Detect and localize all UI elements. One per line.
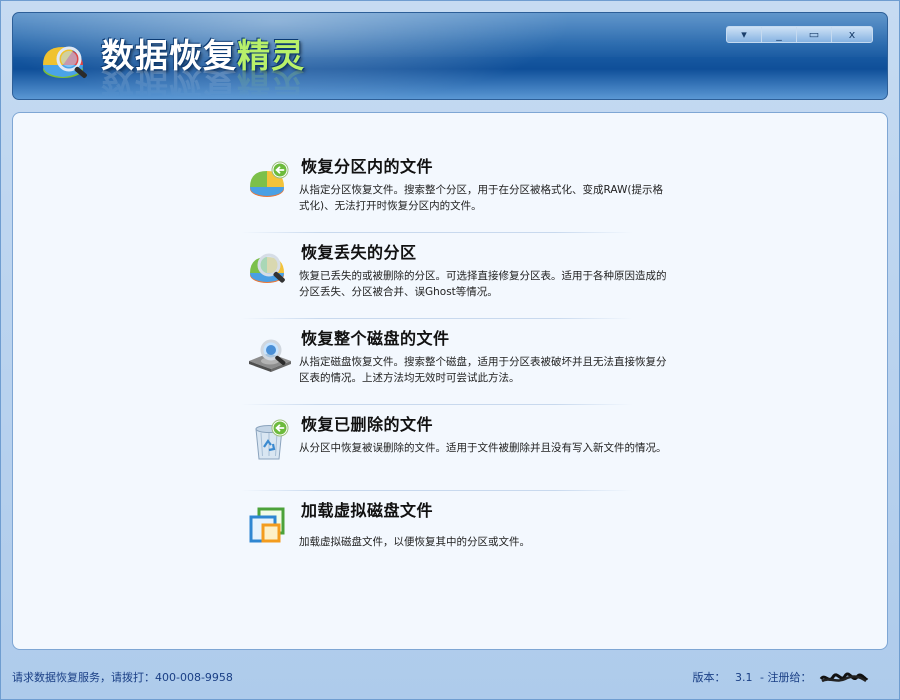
divider	[241, 404, 633, 405]
disk-search-icon	[249, 339, 291, 372]
version-info: 版本： 3.1 - 注册给：	[693, 669, 869, 685]
window-controls: ▾ _ ▭ x	[726, 26, 873, 43]
option-title: 恢复整个磁盘的文件	[301, 329, 450, 348]
header-banner: 数据恢复精灵 数据恢复精灵 ▾ _ ▭ x	[12, 12, 888, 100]
divider	[241, 318, 633, 319]
window-menu-button[interactable]: ▾	[726, 26, 762, 43]
status-bar: 请求数据恢复服务，请拨打：400-008-9958 版本： 3.1 - 注册给：	[1, 661, 899, 693]
option-recover-whole-disk[interactable]: 恢复整个磁盘的文件 从指定磁盘恢复文件。搜索整个磁盘，适用于分区表被破坏并且无法…	[241, 322, 667, 408]
option-description: 加载虚拟磁盘文件，以便恢复其中的分区或文件。	[299, 536, 530, 548]
app-window: 数据恢复精灵 数据恢复精灵 ▾ _ ▭ x 恢复分区内的文件 从指定分区恢复文件…	[0, 0, 900, 700]
option-description: 恢复已丢失的或被删除的分区。可选择直接修复分区表。适用于各种原因造成的分区丢失、…	[299, 270, 667, 298]
option-title: 恢复分区内的文件	[301, 157, 434, 176]
redacted-name-scribble	[819, 672, 869, 683]
partition-files-icon	[250, 161, 289, 197]
divider	[241, 490, 633, 491]
option-description: 从指定分区恢复文件。搜索整个分区，用于在分区被格式化、变成RAW(提示格式化)、…	[299, 184, 663, 212]
divider	[241, 232, 633, 233]
registered-label: - 注册给：	[760, 671, 812, 684]
service-hotline-text: 请求数据恢复服务，请拨打：400-008-9958	[12, 671, 233, 684]
option-load-virtual-disk[interactable]: 加载虚拟磁盘文件 加载虚拟磁盘文件，以便恢复其中的分区或文件。	[247, 494, 667, 580]
option-title: 恢复已删除的文件	[301, 415, 434, 434]
close-button[interactable]: x	[831, 26, 873, 43]
version-value: 3.1	[735, 671, 753, 684]
lost-partition-icon	[250, 253, 285, 283]
version-label: 版本：	[692, 671, 726, 684]
app-logo-icon	[43, 46, 87, 79]
app-title-reflection: 数据恢复精灵	[101, 65, 305, 100]
recovery-options-list: 恢复分区内的文件 从指定分区恢复文件。搜索整个分区，用于在分区被格式化、变成RA…	[241, 150, 667, 580]
virtual-disk-icon	[249, 507, 285, 543]
maximize-button[interactable]: ▭	[796, 26, 832, 43]
option-recover-deleted-files[interactable]: 恢复已删除的文件 从分区中恢复被误删除的文件。适用于文件被删除并且没有写入新文件…	[241, 408, 667, 494]
minimize-button[interactable]: _	[761, 26, 797, 43]
option-recover-partition-files[interactable]: 恢复分区内的文件 从指定分区恢复文件。搜索整个分区，用于在分区被格式化、变成RA…	[241, 150, 667, 236]
recycle-bin-icon	[255, 419, 289, 460]
option-description: 从指定磁盘恢复文件。搜索整个磁盘，适用于分区表被破坏并且无法直接恢复分区表的情况…	[299, 356, 667, 384]
option-title: 恢复丢失的分区	[301, 243, 417, 262]
main-panel: 恢复分区内的文件 从指定分区恢复文件。搜索整个分区，用于在分区被格式化、变成RA…	[12, 112, 888, 650]
option-description: 从分区中恢复被误删除的文件。适用于文件被删除并且没有写入新文件的情况。	[299, 442, 667, 454]
option-title: 加载虚拟磁盘文件	[301, 501, 434, 520]
option-recover-lost-partition[interactable]: 恢复丢失的分区 恢复已丢失的或被删除的分区。可选择直接修复分区表。适用于各种原因…	[241, 236, 667, 322]
